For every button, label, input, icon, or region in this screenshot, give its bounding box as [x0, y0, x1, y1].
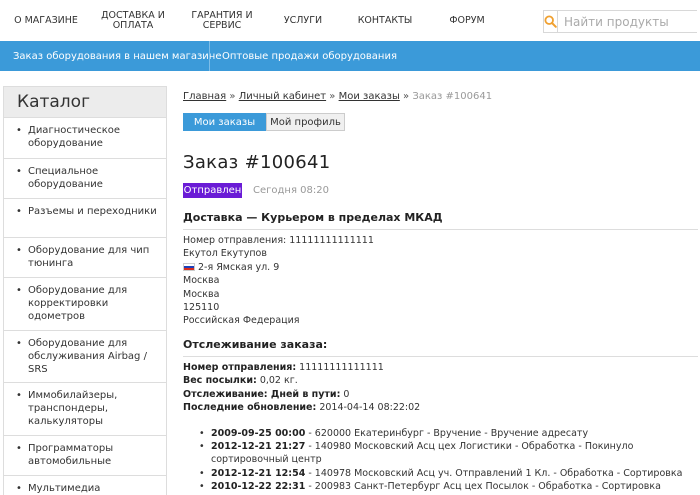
subnav-store-order[interactable]: Заказ оборудования в нашем магазине: [13, 41, 221, 71]
catalog-item-connectors[interactable]: Разъемы и переходники: [4, 199, 166, 238]
catalog-item-special[interactable]: Специальное оборудование: [4, 159, 166, 199]
catalog-item-diagnostic[interactable]: Диагностическое оборудование: [4, 118, 166, 159]
breadcrumb-separator: »: [329, 91, 336, 102]
breadcrumb-current: Заказ #100641: [412, 91, 493, 102]
catalog-item-label: Оборудование для обслуживания Airbag / S…: [28, 338, 147, 375]
country-line: Российская Федерация: [183, 315, 300, 327]
tracking-row: Последние обновление: 2014-04-14 08:22:0…: [183, 401, 420, 414]
tracking-value: 2014-04-14 08:22:02: [319, 401, 421, 413]
catalog-item-immobilizers[interactable]: Иммобилайзеры, транспондеры, калькулятор…: [4, 383, 166, 436]
tracking-event: 2012-12-21 12:54 - 140978 Московский Асц…: [199, 467, 699, 480]
tracking-value: 0,02 кг.: [259, 375, 298, 387]
page-title: Заказ #100641: [183, 152, 331, 173]
event-text: - 140978 Московский Асц уч. Отправлений …: [308, 467, 683, 479]
tracking-row: Вес посылки: 0,02 кг.: [183, 374, 420, 387]
tracking-heading: Отслеживание заказа:: [183, 338, 698, 357]
nav-forum-label: ФОРУМ: [449, 14, 485, 26]
nav-about-label: О МАГАЗИНЕ: [14, 14, 78, 26]
recipient-name: Екутол Екутупов: [183, 248, 267, 260]
event-date: 2010-12-22 22:31: [211, 480, 306, 492]
tracking-label: Вес посылки:: [183, 375, 257, 387]
tab-my-profile[interactable]: Мой профиль: [266, 113, 345, 131]
tracking-label: Отслеживание: Дней в пути:: [183, 388, 341, 400]
delivery-address: Номер отправления: 11111111111111 Екутол…: [183, 234, 374, 328]
subnav-wholesale-label: Оптовые продажи оборудования: [222, 50, 397, 62]
event-text: - 620000 Екатеринбург - Вручение - Вруче…: [308, 428, 589, 439]
top-navigation: О МАГАЗИНЕ ДОСТАВКА И ОПЛАТА ГАРАНТИЯ И …: [0, 0, 700, 41]
catalog-item-odometer[interactable]: Оборудование для корректировки одометров: [4, 278, 166, 331]
catalog-item-label: Иммобилайзеры, транспондеры, калькулятор…: [28, 390, 118, 427]
tracking-event: 2012-12-21 21:27 - 140980 Московский Асц…: [199, 440, 699, 466]
catalog-item-label: Мультимедиа: [28, 483, 101, 494]
shipment-number: Номер отправления: 11111111111111: [183, 235, 374, 246]
breadcrumb: Главная » Личный кабинет » Мои заказы » …: [183, 91, 492, 102]
subnav-wholesale[interactable]: Оптовые продажи оборудования: [222, 41, 397, 71]
search-input[interactable]: [558, 11, 700, 32]
tracking-info: Номер отправления: 11111111111111 Вес по…: [183, 361, 420, 414]
nav-services[interactable]: УСЛУГИ: [272, 0, 334, 41]
street-text: 2-я Ямская ул. 9: [198, 261, 280, 273]
subnav-divider: [209, 41, 210, 71]
event-date: 2012-12-21 21:27: [211, 441, 306, 453]
event-date: 2012-12-21 12:54: [211, 467, 306, 479]
catalog-item-multimedia[interactable]: Мультимедиа: [4, 476, 166, 495]
search-icon: [544, 15, 557, 28]
nav-forum[interactable]: ФОРУМ: [440, 0, 494, 41]
nav-delivery[interactable]: ДОСТАВКА И ОПЛАТА: [92, 0, 174, 41]
nav-about[interactable]: О МАГАЗИНЕ: [6, 0, 86, 41]
tracking-value: 11111111111111: [299, 362, 384, 373]
breadcrumb-orders[interactable]: Мои заказы: [339, 91, 400, 102]
catalog-item-label: Диагностическое оборудование: [28, 125, 121, 149]
breadcrumb-cabinet[interactable]: Личный кабинет: [239, 91, 326, 102]
search-box: [543, 10, 700, 33]
catalog-sidebar: Каталог Диагностическое оборудование Спе…: [3, 86, 167, 495]
nav-warranty[interactable]: ГАРАНТИЯ И СЕРВИС: [182, 0, 262, 41]
status-badge: Отправлен: [183, 183, 242, 198]
catalog-item-label: Оборудование для корректировки одометров: [28, 285, 128, 322]
catalog-item-programmers[interactable]: Программаторы автомобильные: [4, 436, 166, 476]
nav-delivery-label: ДОСТАВКА И ОПЛАТА: [101, 9, 165, 31]
catalog-title: Каталог: [4, 87, 166, 118]
catalog-item-label: Разъемы и переходники: [28, 206, 157, 217]
breadcrumb-separator: »: [229, 91, 236, 102]
catalog-item-airbag[interactable]: Оборудование для обслуживания Airbag / S…: [4, 331, 166, 383]
catalog-item-label: Специальное оборудование: [28, 166, 103, 190]
breadcrumb-home[interactable]: Главная: [183, 91, 226, 102]
russia-flag-icon: [183, 263, 195, 272]
street-line: 2-я Ямская ул. 9: [183, 261, 374, 274]
event-text: - 200983 Санкт-Петербург Асц цех Посылок…: [308, 480, 661, 492]
breadcrumb-separator: »: [403, 91, 410, 102]
nav-warranty-label: ГАРАНТИЯ И СЕРВИС: [191, 9, 253, 31]
nav-services-label: УСЛУГИ: [283, 14, 323, 26]
tracking-label: Последние обновление:: [183, 401, 317, 413]
delivery-heading: Доставка — Курьером в пределах МКАД: [183, 211, 698, 230]
secondary-navigation: Заказ оборудования в нашем магазине Опто…: [0, 41, 700, 71]
nav-contacts[interactable]: КОНТАКТЫ: [350, 0, 420, 41]
tab-my-orders[interactable]: Мои заказы: [183, 113, 266, 131]
event-date: 2009-09-25 00:00: [211, 428, 306, 439]
region-line: Москва: [183, 288, 220, 300]
nav-contacts-label: КОНТАКТЫ: [357, 14, 413, 26]
search-button[interactable]: [544, 11, 558, 32]
tracking-label: Номер отправления:: [183, 362, 297, 373]
tracking-event: 2009-09-25 00:00 - 620000 Екатеринбург -…: [199, 427, 699, 440]
catalog-item-label: Оборудование для чип тюнинга: [28, 245, 150, 269]
catalog-item-chip-tuning[interactable]: Оборудование для чип тюнинга: [4, 238, 166, 278]
tracking-events: 2009-09-25 00:00 - 620000 Екатеринбург -…: [199, 427, 699, 493]
postal-code: 125110: [183, 302, 220, 314]
status-timestamp: Сегодня 08:20: [253, 185, 329, 196]
subnav-store-order-label: Заказ оборудования в нашем магазине: [13, 50, 222, 62]
tracking-row: Отслеживание: Дней в пути: 0: [183, 388, 420, 401]
tracking-value: 0: [343, 388, 350, 400]
tracking-row: Номер отправления: 11111111111111: [183, 361, 420, 374]
city-line: Москва: [183, 275, 220, 287]
catalog-item-label: Программаторы автомобильные: [28, 443, 114, 467]
tracking-event: 2010-12-22 22:31 - 200983 Санкт-Петербур…: [199, 480, 699, 493]
